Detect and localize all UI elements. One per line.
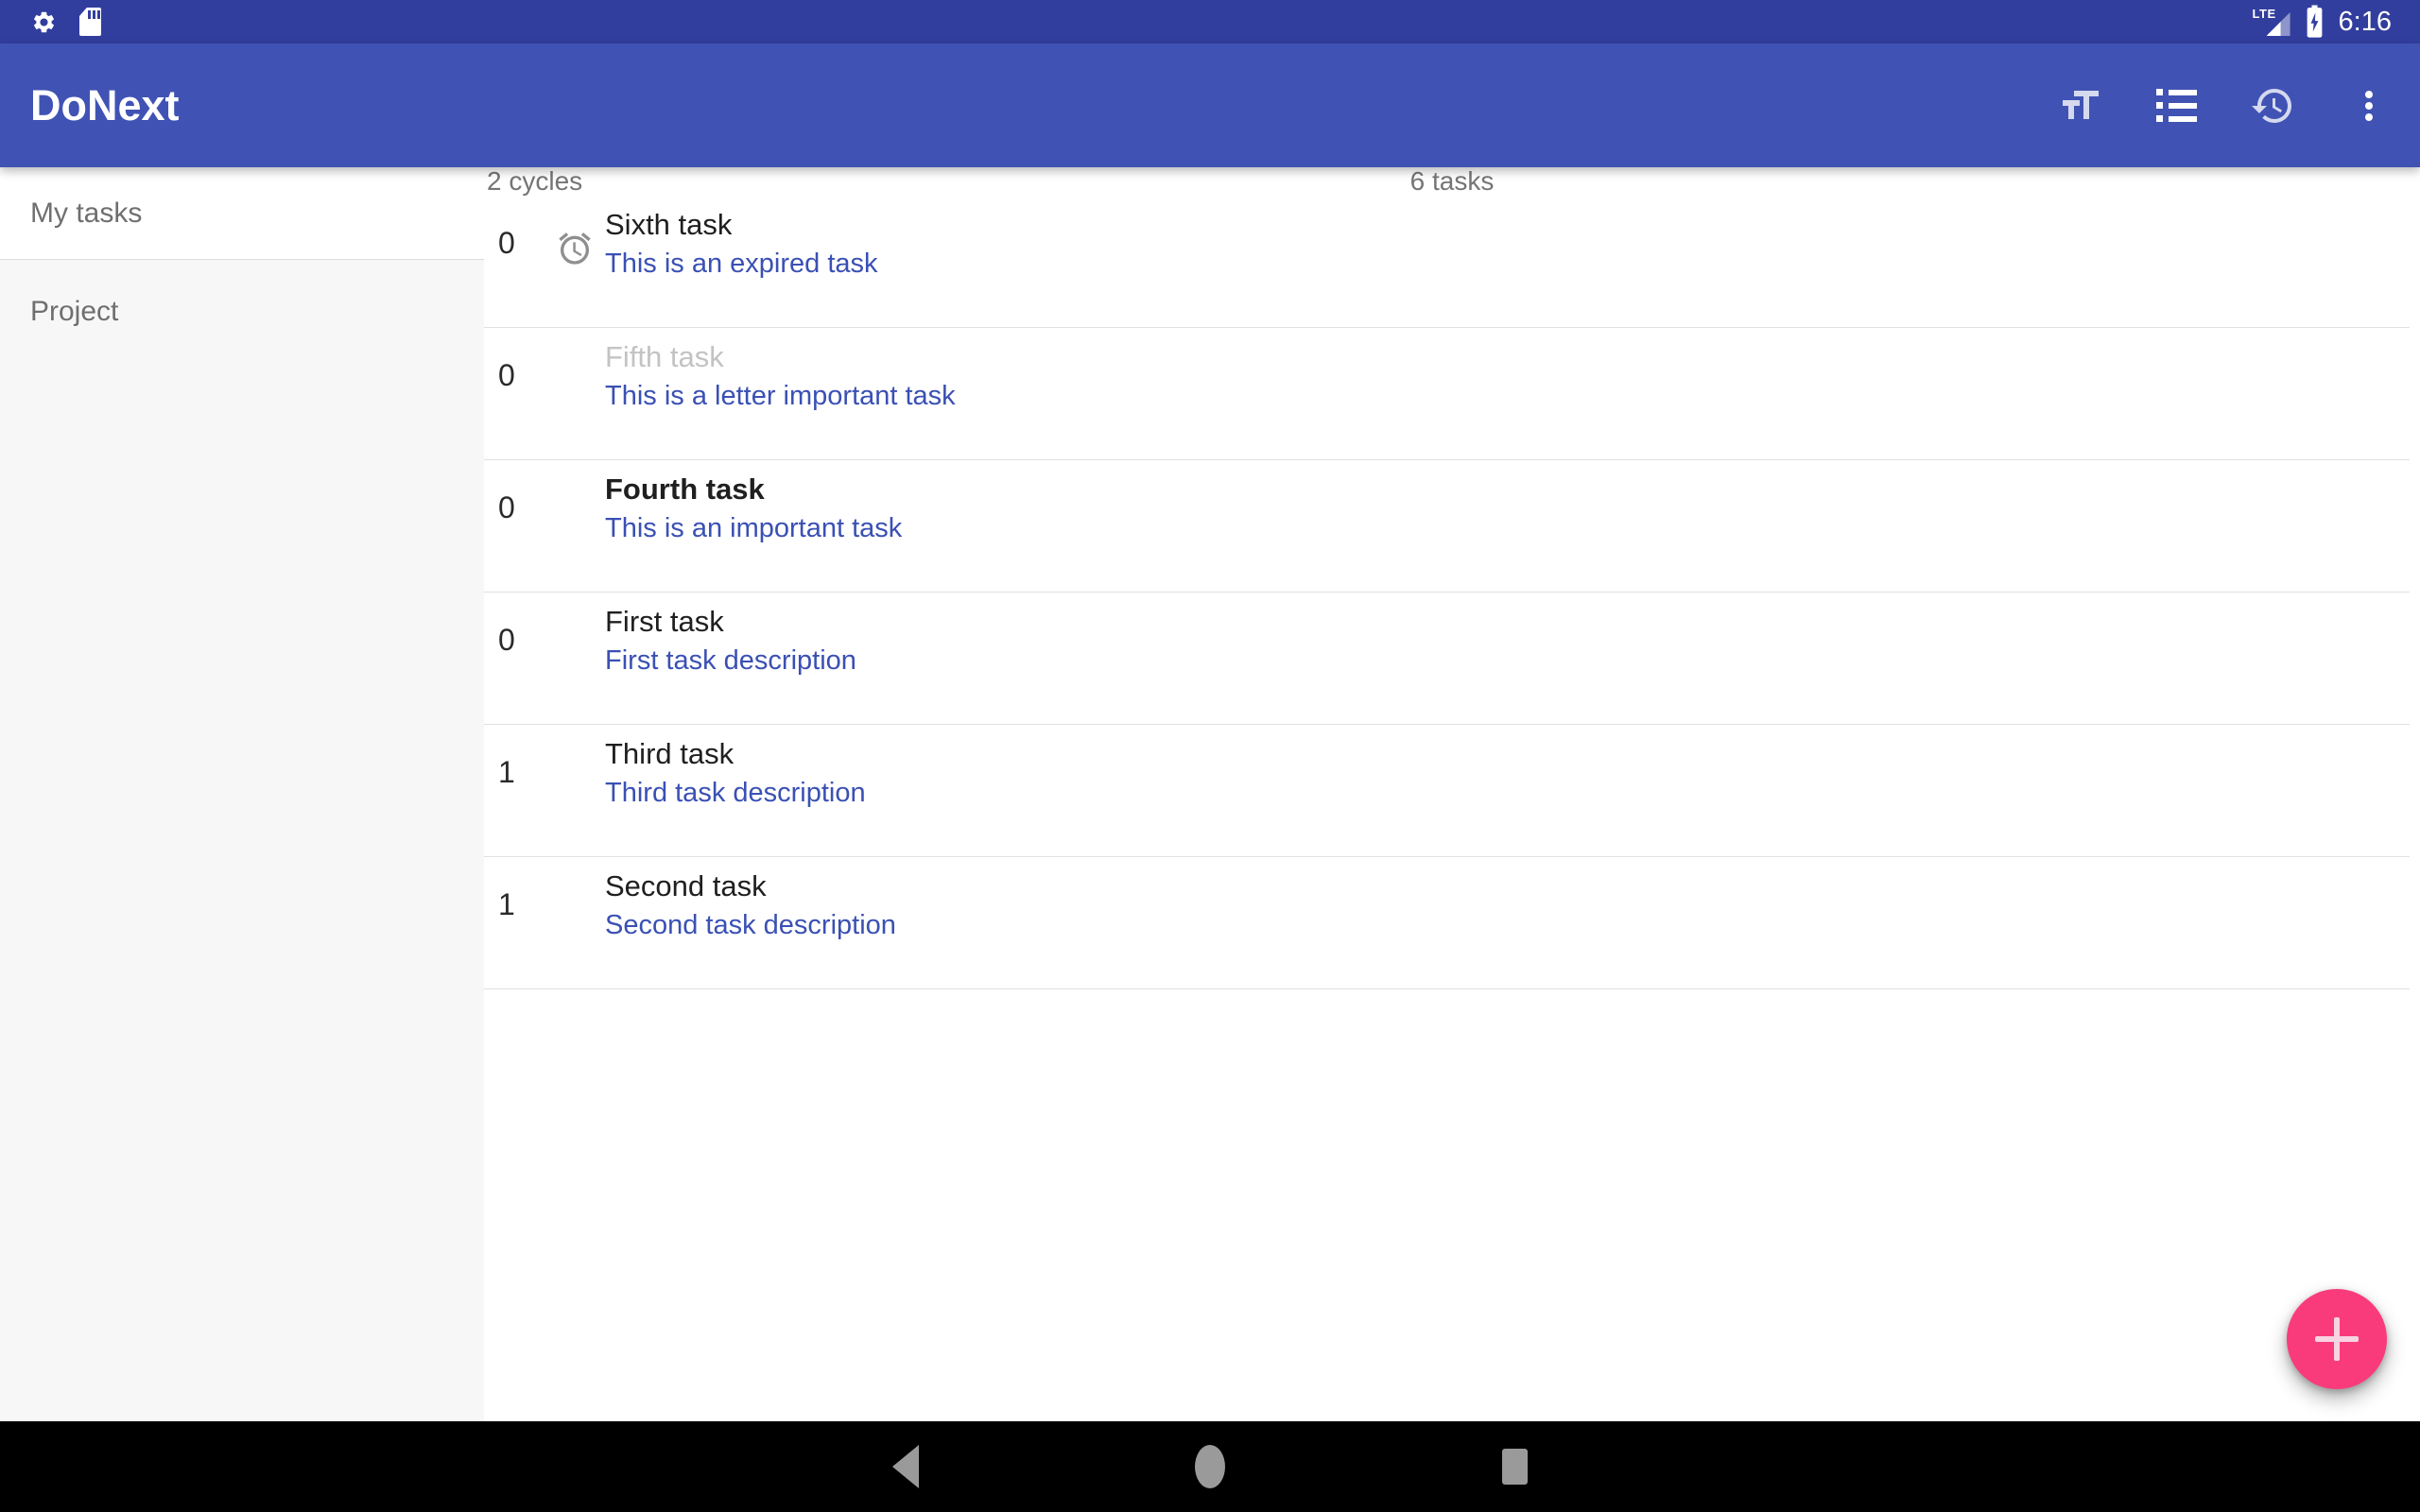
home-icon — [1195, 1445, 1225, 1488]
app-bar-actions — [2006, 83, 2420, 129]
task-row[interactable]: 0 First task First task description — [484, 593, 2410, 725]
task-title: Fifth task — [605, 337, 956, 377]
task-list-panel: 2 cycles 6 tasks 0 Sixth task This is an… — [484, 167, 2420, 1421]
status-bar: LTE 6:16 — [0, 0, 2420, 43]
task-row[interactable]: 1 Third task Third task description — [484, 725, 2410, 857]
task-cycle-count: 0 — [484, 196, 539, 327]
overflow-menu-button[interactable] — [2346, 83, 2392, 129]
battery-charging-icon — [2305, 5, 2325, 39]
settings-icon — [31, 9, 57, 35]
task-icon-slot — [539, 857, 605, 988]
task-title: Fourth task — [605, 470, 902, 509]
task-title: Sixth task — [605, 205, 878, 245]
format-size-icon — [2057, 81, 2102, 130]
task-text: Fifth task This is a letter important ta… — [605, 328, 956, 459]
history-icon — [2250, 81, 2295, 130]
status-bar-left — [31, 8, 101, 36]
task-cycle-count: 0 — [484, 593, 539, 724]
add-task-fab[interactable] — [2287, 1289, 2387, 1389]
sdcard-icon — [79, 8, 101, 36]
list-view-button[interactable] — [2153, 83, 2199, 129]
back-icon — [892, 1445, 919, 1488]
signal-icon: LTE — [2253, 7, 2290, 37]
task-text: Second task Second task description — [605, 857, 896, 988]
cycles-count-label: 2 cycles — [484, 166, 582, 197]
task-cycle-count: 1 — [484, 725, 539, 856]
task-cycle-count: 0 — [484, 460, 539, 592]
overflow-menu-icon — [2346, 83, 2392, 129]
task-text: Sixth task This is an expired task — [605, 196, 878, 327]
task-row[interactable]: 0 Fourth task This is an important task — [484, 460, 2410, 593]
status-clock: 6:16 — [2339, 7, 2392, 38]
task-title: Second task — [605, 867, 896, 906]
recents-button[interactable] — [1492, 1421, 1537, 1512]
task-icon-slot — [539, 196, 605, 327]
list-icon — [2156, 89, 2197, 122]
task-icon-slot — [539, 593, 605, 724]
app-bar: DoNext — [0, 43, 2420, 167]
task-description: This is a letter important task — [605, 377, 956, 415]
tasks-count-label: 6 tasks — [1410, 166, 1495, 197]
app-body: My tasks Project 2 cycles 6 tasks 0 — [0, 167, 2420, 1421]
android-screen: LTE 6:16 DoNext — [0, 0, 2420, 1512]
task-description: First task description — [605, 642, 856, 679]
sidebar-item-label: My tasks — [30, 198, 142, 230]
recents-icon — [1502, 1449, 1528, 1485]
task-text: Third task Third task description — [605, 725, 866, 856]
status-bar-right: LTE 6:16 — [2253, 5, 2392, 39]
sidebar: My tasks Project — [0, 167, 484, 1421]
sidebar-item-project[interactable]: Project — [0, 260, 484, 364]
sidebar-item-my-tasks[interactable]: My tasks — [0, 167, 484, 260]
back-button[interactable] — [883, 1421, 928, 1512]
task-text: First task First task description — [605, 593, 856, 724]
list-header: 2 cycles 6 tasks — [484, 167, 2420, 196]
task-icon-slot — [539, 460, 605, 592]
app-title: DoNext — [30, 81, 180, 130]
home-button[interactable] — [1187, 1421, 1233, 1512]
alarm-icon — [556, 230, 594, 267]
task-description: This is an expired task — [605, 245, 878, 283]
task-row[interactable]: 0 Sixth task This is an expired task — [484, 196, 2410, 328]
task-title: Third task — [605, 734, 866, 774]
task-cycle-count: 0 — [484, 328, 539, 459]
task-row[interactable]: 1 Second task Second task description — [484, 857, 2410, 989]
task-cycle-count: 1 — [484, 857, 539, 988]
navigation-bar — [0, 1421, 2420, 1512]
task-description: Second task description — [605, 906, 896, 944]
task-description: This is an important task — [605, 509, 902, 547]
task-text: Fourth task This is an important task — [605, 460, 902, 592]
task-description: Third task description — [605, 774, 866, 812]
sidebar-item-label: Project — [30, 296, 118, 328]
task-icon-slot — [539, 725, 605, 856]
task-icon-slot — [539, 328, 605, 459]
history-button[interactable] — [2250, 83, 2295, 129]
task-row[interactable]: 0 Fifth task This is a letter important … — [484, 328, 2410, 460]
task-title: First task — [605, 602, 856, 642]
format-size-button[interactable] — [2057, 83, 2102, 129]
